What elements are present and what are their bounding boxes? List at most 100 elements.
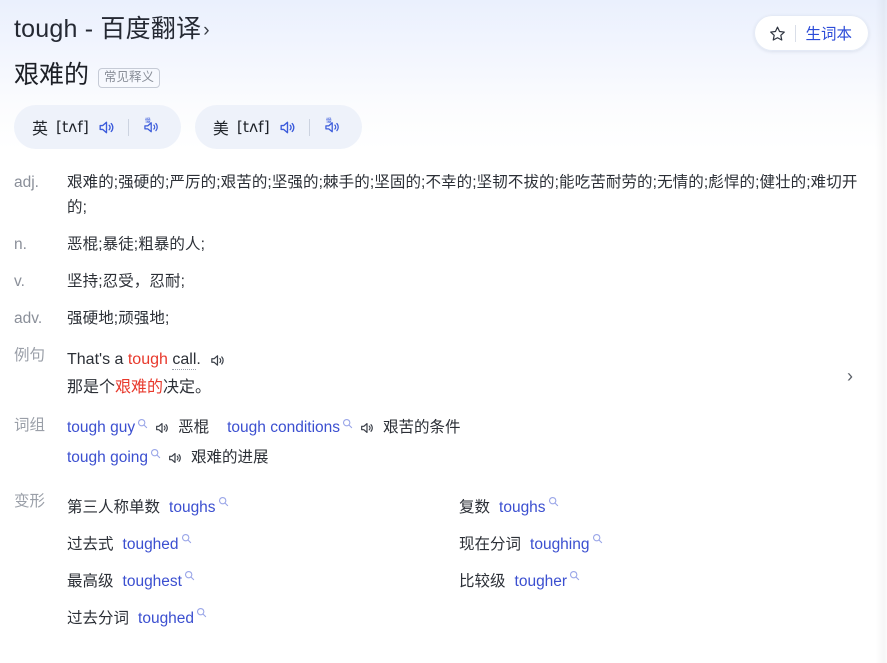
phrases-label: 词组: [14, 417, 46, 434]
phrase-zh: 恶棍: [178, 419, 210, 436]
speaker-icon[interactable]: [278, 118, 297, 137]
title-separator: -: [77, 15, 101, 43]
search-icon[interactable]: [184, 570, 195, 581]
card-header: tough - 百度翻译 › 生词本: [0, 0, 887, 51]
pronunciation-us-divider: [308, 118, 310, 136]
definition-pos: adv.: [14, 310, 43, 327]
example-label: 例句: [14, 347, 46, 364]
speaker-icon[interactable]: [167, 450, 183, 466]
definition-text: 强硬地;顽强地;: [67, 310, 170, 327]
word-form-item: 最高级 toughest: [67, 563, 459, 600]
search-icon[interactable]: [569, 570, 580, 581]
word-form-key: 比较级: [459, 573, 506, 590]
definition-text: 艰难的;强硬的;严厉的;艰苦的;坚强的;棘手的;坚固的;不幸的;坚韧不拔的;能吃…: [67, 174, 858, 216]
word-form-value[interactable]: toughed: [123, 526, 179, 563]
definition-pos: v.: [14, 273, 25, 290]
common-meaning-tag: 常见释义: [98, 68, 161, 88]
word-forms-section: 变形 第三人称单数 toughs 复数 toughs 过去式 toughed 现…: [0, 489, 887, 637]
vocabulary-book-button[interactable]: 生词本: [754, 15, 869, 51]
phrases-body: tough guy 恶棍 tough conditions 艰苦的条件 toug…: [67, 413, 865, 473]
dictionary-card: tough - 百度翻译 › 生词本 艰难的 常见释义 英 [tʌf] 慢 美 …: [0, 0, 887, 663]
word-forms-label: 变形: [14, 493, 46, 510]
svg-text:慢: 慢: [145, 117, 151, 125]
word-form-item: 过去分词 toughed: [67, 600, 459, 637]
search-icon[interactable]: [592, 533, 603, 544]
example-en-text: That's a tough call.: [67, 347, 201, 373]
search-icon[interactable]: [181, 533, 192, 544]
primary-meaning-row: 艰难的 常见释义: [0, 51, 887, 92]
search-icon[interactable]: [342, 418, 353, 429]
word-form-item: 现在分词 toughing: [459, 526, 865, 563]
speaker-icon[interactable]: [154, 420, 170, 436]
word-form-key: 复数: [459, 499, 491, 516]
example-body: That's a tough call. 那是个艰难的决定。: [67, 347, 865, 401]
pronunciation-row: 英 [tʌf] 慢 美 [tʌf] 慢: [0, 92, 887, 149]
word-form-value[interactable]: toughing: [530, 526, 589, 563]
definition-row: v. 坚持;忍受，忍耐;: [0, 269, 887, 294]
example-zh-highlight: 艰难的: [115, 379, 164, 396]
speaker-icon[interactable]: [359, 420, 375, 436]
word-form-item: 复数 toughs: [459, 489, 865, 526]
page-title[interactable]: tough - 百度翻译 ›: [14, 13, 210, 48]
phrase-zh: 艰苦的条件: [383, 419, 461, 436]
pronunciation-us-label: 美: [212, 121, 229, 138]
search-icon[interactable]: [150, 448, 161, 459]
title-chevron-icon: ›: [203, 20, 210, 41]
word-forms-body: 第三人称单数 toughs 复数 toughs 过去式 toughed 现在分词…: [67, 489, 865, 637]
definition-row: adj. 艰难的;强硬的;严厉的;艰苦的;坚强的;棘手的;坚固的;不幸的;坚韧不…: [0, 170, 887, 220]
phrase-en[interactable]: tough conditions: [227, 413, 340, 443]
example-zh-after: 决定。: [163, 379, 212, 396]
word-form-key: 过去分词: [67, 610, 130, 627]
word-form-key: 最高级: [67, 573, 114, 590]
word-form-key: 过去式: [67, 536, 114, 553]
search-icon[interactable]: [218, 496, 229, 507]
pronunciation-uk[interactable]: 英 [tʌf] 慢: [14, 105, 181, 149]
example-zh-before: 那是个: [67, 379, 116, 396]
example-en-end: .: [196, 351, 201, 368]
slow-speaker-icon[interactable]: 慢: [141, 117, 163, 137]
definition-pos: adj.: [14, 174, 39, 191]
word-forms-grid: 第三人称单数 toughs 复数 toughs 过去式 toughed 现在分词…: [67, 489, 865, 637]
speaker-icon[interactable]: [209, 352, 226, 369]
search-icon[interactable]: [137, 418, 148, 429]
phrase-zh: 艰难的进展: [191, 449, 269, 466]
title-source: 百度翻译: [100, 15, 202, 43]
example-en-highlight: tough: [127, 351, 168, 368]
word-form-value[interactable]: toughs: [169, 489, 216, 526]
example-section: 例句 That's a tough call. 那是个艰难的决定。 ›: [0, 343, 887, 401]
pronunciation-uk-label: 英: [32, 121, 49, 138]
word-form-value[interactable]: toughs: [499, 489, 546, 526]
example-sentence-en: That's a tough call.: [67, 347, 865, 373]
phrase-line: tough guy 恶棍 tough conditions 艰苦的条件: [67, 413, 865, 443]
phrase-line: tough going 艰难的进展: [67, 443, 865, 473]
definition-row: adv. 强硬地;顽强地;: [0, 306, 887, 331]
word-form-value[interactable]: toughed: [138, 600, 194, 637]
definitions-list: adj. 艰难的;强硬的;严厉的;艰苦的;坚强的;棘手的;坚固的;不幸的;坚韧不…: [0, 149, 887, 331]
vocab-button-divider: [795, 24, 797, 42]
search-icon[interactable]: [548, 496, 559, 507]
word-form-item: 第三人称单数 toughs: [67, 489, 459, 526]
definition-text: 坚持;忍受，忍耐;: [67, 273, 186, 290]
word-form-item: 过去式 toughed: [67, 526, 459, 563]
pronunciation-uk-divider: [127, 118, 129, 136]
phrase-en[interactable]: tough going: [67, 443, 148, 473]
search-icon[interactable]: [196, 607, 207, 618]
slow-speaker-icon[interactable]: 慢: [322, 117, 344, 137]
word-form-value[interactable]: toughest: [123, 563, 182, 600]
phrase-en[interactable]: tough guy: [67, 413, 135, 443]
example-en-dotted-word: call: [172, 351, 197, 370]
vocab-button-label: 生词本: [805, 26, 852, 43]
word-form-value[interactable]: tougher: [515, 563, 568, 600]
phrase-item: tough guy 恶棍: [67, 413, 209, 443]
svg-text:慢: 慢: [326, 117, 332, 125]
speaker-icon[interactable]: [97, 118, 116, 137]
word-form-item: 比较级 tougher: [459, 563, 865, 600]
pronunciation-us-ipa: [tʌf]: [236, 118, 270, 136]
primary-meaning: 艰难的: [14, 61, 90, 89]
definition-text: 恶棍;暴徒;粗暴的人;: [67, 236, 206, 253]
phrase-item: tough going 艰难的进展: [67, 443, 269, 473]
pronunciation-us[interactable]: 美 [tʌf] 慢: [194, 105, 362, 149]
word-form-key: 第三人称单数: [67, 499, 161, 516]
title-word: tough: [14, 15, 78, 43]
example-next-chevron-icon[interactable]: ›: [847, 367, 853, 385]
